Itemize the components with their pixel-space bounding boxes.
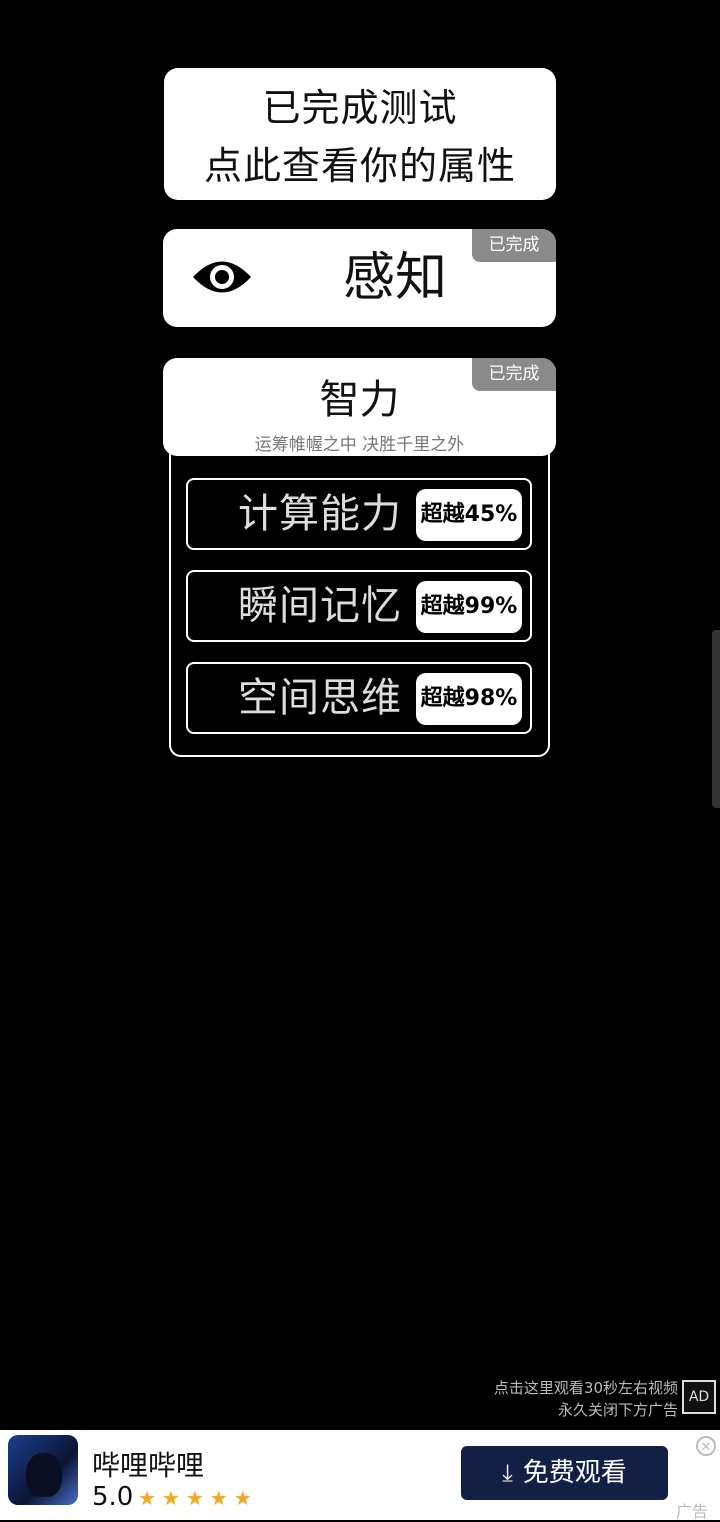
download-icon: ⤓ — [502, 1459, 513, 1487]
ad-app-name: 哔哩哔哩 — [92, 1449, 205, 1482]
ability-result: 超越98% — [416, 673, 522, 725]
remove-ad-hint-line1: 点击这里观看30秒左右视频 — [493, 1379, 678, 1397]
app-icon — [8, 1435, 78, 1505]
test-complete-card[interactable]: 已完成测试 点此查看你的属性 — [164, 68, 556, 200]
intelligence-card[interactable]: 已完成 智力 运筹帷幄之中 决胜千里之外 — [163, 358, 556, 456]
ad-off-icon[interactable]: AD — [682, 1380, 716, 1414]
ability-result: 超越99% — [416, 581, 522, 633]
intelligence-title: 智力 — [319, 377, 400, 423]
test-complete-title: 已完成测试 — [262, 86, 458, 130]
ability-row-memory[interactable]: 瞬间记忆 超越99% — [186, 570, 532, 642]
ability-row-spatial[interactable]: 空间思维 超越98% — [186, 662, 532, 734]
perception-title: 感知 — [343, 248, 448, 308]
ability-result: 超越45% — [416, 489, 522, 541]
remove-ad-hint-line2: 永久关闭下方广告 — [557, 1401, 678, 1419]
eye-icon — [193, 261, 251, 293]
ability-name: 空间思维 — [238, 675, 402, 721]
ad-rating: 5.0 — [92, 1482, 134, 1512]
ability-row-calculation[interactable]: 计算能力 超越45% — [186, 478, 532, 550]
ad-banner[interactable]: 哔哩哔哩 5.0 ★★★★★ ⤓ 免费观看 ✕ 广告 — [0, 1430, 720, 1521]
perception-card[interactable]: 已完成 感知 — [163, 229, 556, 327]
scrollbar[interactable] — [712, 630, 720, 808]
watch-free-label: 免费观看 — [522, 1458, 627, 1488]
completed-badge: 已完成 — [472, 229, 556, 262]
ability-name: 瞬间记忆 — [238, 583, 402, 629]
close-icon[interactable]: ✕ — [696, 1436, 716, 1456]
remove-ad-hint[interactable]: 点击这里观看30秒左右视频 永久关闭下方广告 — [494, 1377, 678, 1421]
view-attributes-prompt: 点此查看你的属性 — [203, 144, 516, 188]
ad-label: 广告 — [675, 1502, 708, 1521]
watch-free-button[interactable]: ⤓ 免费观看 — [461, 1446, 668, 1500]
ability-name: 计算能力 — [238, 491, 402, 537]
rating-stars-icon: ★★★★★ — [138, 1486, 258, 1510]
